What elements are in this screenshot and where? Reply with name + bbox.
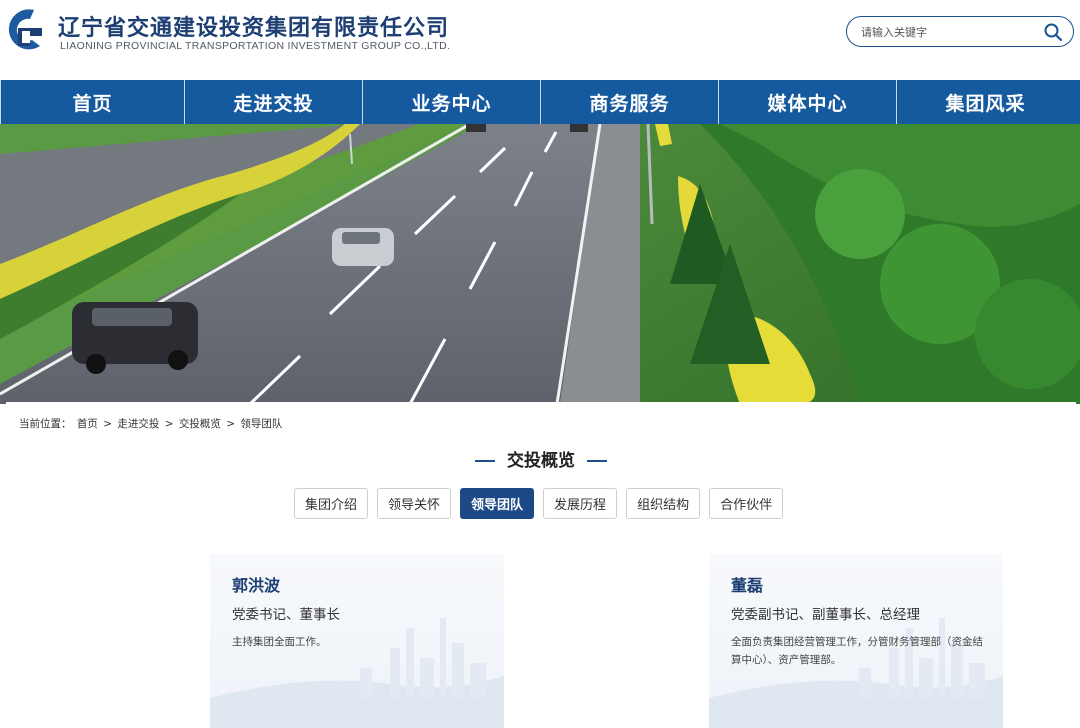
nav-item-services[interactable]: 商务服务 [540,80,718,124]
tab-partners[interactable]: 合作伙伴 [709,488,784,519]
main-content: 当前位置： 首页 > 走进交投 > 交投概览 > 领导团队 交投概览 集团介绍 … [6,402,1076,728]
hero-banner-image [0,124,1080,404]
section-title: 交投概览 [6,446,1076,471]
leader-card: 董磊 党委副书记、副董事长、总经理 全面负责集团经营管理工作，分管财务管理部（资… [709,554,1003,728]
search-icon[interactable] [1043,22,1063,42]
nav-item-style[interactable]: 集团风采 [896,80,1074,124]
section-title-text: 交投概览 [507,451,575,471]
leader-position: 党委书记、董事长 [232,607,340,623]
breadcrumb-prefix: 当前位置： [19,418,72,430]
breadcrumb-item-leadership[interactable]: 领导团队 [240,418,282,430]
leader-name: 郭洪波 [232,576,281,595]
leader-name: 董磊 [731,576,764,595]
nav-item-media[interactable]: 媒体中心 [718,80,896,124]
company-name-en: LIAONING PROVINCIAL TRANSPORTATION INVES… [60,40,451,52]
highway-illustration [0,124,1080,404]
tab-leadership-team[interactable]: 领导团队 [460,488,535,519]
nav-item-business[interactable]: 业务中心 [362,80,540,124]
breadcrumb-separator: > [103,418,112,430]
tab-org-structure[interactable]: 组织结构 [626,488,701,519]
breadcrumb-separator: > [226,418,235,430]
sub-tabs: 集团介绍 领导关怀 领导团队 发展历程 组织结构 合作伙伴 [294,488,784,519]
breadcrumb: 当前位置： 首页 > 走进交投 > 交投概览 > 领导团队 [19,416,284,431]
nav-item-home[interactable]: 首页 [0,80,184,124]
company-name-cn: 辽宁省交通建设投资集团有限责任公司 [58,16,450,41]
nav-item-about[interactable]: 走进交投 [184,80,362,124]
leader-duties: 主持集团全面工作。 [232,636,327,648]
search-input[interactable] [861,22,1031,42]
title-dash-right [587,460,607,462]
tab-leader-care[interactable]: 领导关怀 [377,488,452,519]
breadcrumb-item-overview[interactable]: 交投概览 [179,418,221,430]
leader-position: 党委副书记、副董事长、总经理 [731,607,920,623]
search-box [846,16,1074,47]
tab-history[interactable]: 发展历程 [543,488,618,519]
site-header: 辽宁省交通建设投资集团有限责任公司 LIAONING PROVINCIAL TR… [0,0,1080,80]
main-nav: 首页 走进交投 业务中心 商务服务 媒体中心 集团风采 [0,80,1080,124]
title-dash-left [475,460,495,462]
tab-group-intro[interactable]: 集团介绍 [294,488,369,519]
leader-duties: 全面负责集团经营管理工作，分管财务管理部（资金结算中心）、资产管理部。 [731,636,983,666]
breadcrumb-item-about[interactable]: 走进交投 [117,418,159,430]
leader-card: 郭洪波 党委书记、董事长 主持集团全面工作。 [210,554,504,728]
breadcrumb-item-home[interactable]: 首页 [77,418,98,430]
breadcrumb-separator: > [164,418,174,430]
company-logo[interactable] [4,6,46,58]
